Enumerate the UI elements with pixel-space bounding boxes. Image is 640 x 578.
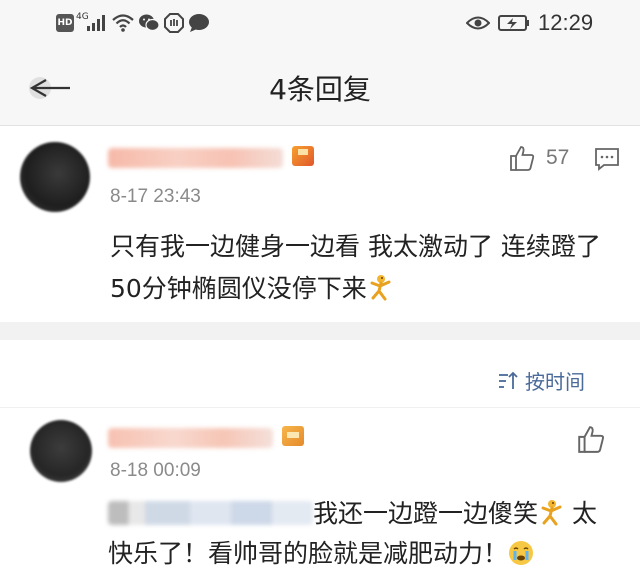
comment-body: 只有我一边健身一边看 我太激动了 连续蹬了50分钟椭圆仪没停下来	[110, 232, 601, 303]
avatar[interactable]	[20, 142, 90, 212]
reply-timestamp: 8-18 00:09	[110, 460, 201, 478]
comment-timestamp: 8-17 23:43	[110, 186, 201, 207]
wifi-icon	[112, 14, 134, 32]
sort-label: 按时间	[525, 370, 585, 394]
battery-charging-icon	[498, 15, 529, 31]
member-badge-icon	[292, 146, 314, 166]
replies-header: 按时间	[0, 340, 640, 408]
wechat-icon	[139, 14, 160, 32]
mention-blurred	[108, 501, 313, 525]
reply-body-part1: 我还一边蹬一边傻笑	[313, 499, 539, 528]
dancing-emoji-icon	[370, 275, 391, 301]
stop-hand-icon	[164, 13, 184, 33]
section-divider	[0, 322, 640, 340]
nav-bar: 4条回复	[0, 48, 640, 126]
sort-button[interactable]: 按时间	[497, 366, 585, 395]
member-badge-icon	[282, 426, 304, 446]
status-bar: HD 4G 12:29	[0, 0, 640, 48]
avatar[interactable]	[30, 420, 92, 482]
dancing-emoji-icon	[541, 500, 562, 526]
thumbs-up-icon[interactable]	[576, 424, 606, 454]
sort-icon	[499, 371, 518, 389]
reply-item: 8-18 00:09 我还一边蹬一边傻笑 太快乐了！看帅哥的脸就是减肥动力！	[0, 408, 640, 578]
hd-badge: HD	[56, 14, 74, 32]
like-count: 57	[546, 146, 570, 169]
main-comment: 8-17 23:43 57 只有我一边健身一边看 我太激动了 连续蹬了50分钟椭…	[0, 126, 640, 322]
message-icon	[189, 14, 209, 32]
reply-comment-icon[interactable]	[594, 146, 620, 172]
username-blurred[interactable]	[108, 428, 273, 448]
crying-emoji-icon	[509, 541, 534, 565]
page-title: 4条回复	[269, 73, 371, 106]
reply-text: 我还一边蹬一边傻笑 太快乐了！看帅哥的脸就是减肥动力！	[108, 494, 620, 574]
eye-comfort-icon	[466, 16, 490, 30]
signal-icon	[87, 15, 105, 31]
comment-text: 只有我一边健身一边看 我太激动了 连续蹬了50分钟椭圆仪没停下来	[110, 226, 620, 310]
thumbs-up-icon[interactable]	[508, 144, 536, 172]
username-blurred[interactable]	[108, 148, 283, 168]
clock: 12:29	[538, 10, 594, 35]
